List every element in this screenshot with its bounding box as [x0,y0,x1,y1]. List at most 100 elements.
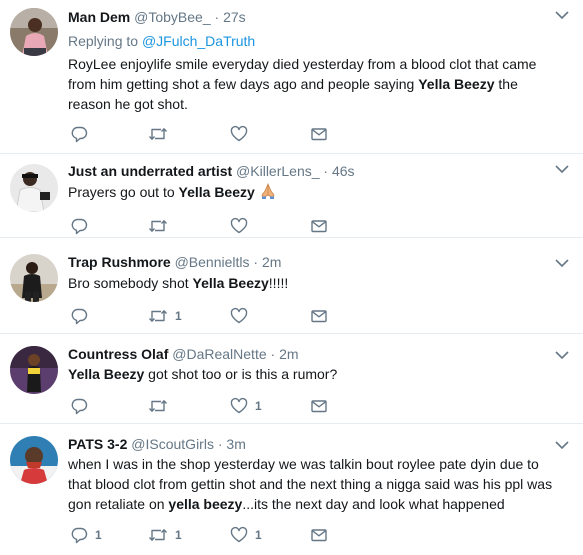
reply-button[interactable] [70,124,95,144]
reply-icon [71,308,88,325]
bold-mention: Yella Beezy [418,76,495,92]
avatar-image [10,254,58,302]
like-button[interactable] [230,216,255,236]
like-button[interactable]: 1 [230,396,262,416]
display-name[interactable]: Man Dem [68,9,130,25]
caret-down-icon[interactable] [555,164,569,174]
avatar-image [10,8,58,56]
display-name[interactable]: Trap Rushmore [68,254,171,270]
retweet-icon [148,400,168,412]
direct-message-button[interactable] [310,525,328,545]
avatar[interactable] [10,8,58,56]
tweet-text: Yella Beezy got shot too or is this a ru… [68,364,563,384]
retweet-button[interactable] [148,124,175,144]
text-segment: Prayers go out to [68,184,179,200]
tweet-header: Countress Olaf @DaRealNette · 2m [68,345,299,363]
bold-mention: yella beezy [168,496,243,512]
text-segment: !!!!! [268,275,289,291]
retweet-count: 1 [175,309,182,323]
retweet-count: 1 [175,528,182,542]
like-button[interactable] [230,306,255,326]
reply-button[interactable] [70,396,95,416]
direct-message-icon [311,128,327,141]
reply-button[interactable] [70,306,95,326]
user-handle[interactable]: @TobyBee_ [134,9,210,25]
direct-message-button[interactable] [310,396,328,416]
display-name[interactable]: Just an underrated artist [68,163,232,179]
text-segment: got shot too or is this a rumor? [144,366,338,382]
avatar[interactable] [10,254,58,302]
tweet-actions [68,124,368,144]
user-handle[interactable]: @KillerLens_ [236,163,319,179]
avatar[interactable] [10,164,58,212]
caret-down-icon[interactable] [555,350,569,360]
timestamp[interactable]: 2m [279,346,298,362]
caret-down-icon[interactable] [555,440,569,450]
like-icon [230,397,248,414]
bold-mention: Yella Beezy [192,275,269,291]
tweet[interactable]: Trap Rushmore @Bennieltls · 2m Bro someb… [0,238,583,334]
tweet-text: when I was in the shop yesterday we was … [68,454,563,514]
like-button[interactable] [230,124,255,144]
replying-to-link[interactable]: @JFulch_DaTruth [142,33,255,49]
avatar-image [10,436,58,484]
reply-icon [71,398,88,415]
text-segment: ...its the next day and look what happen… [242,496,505,512]
reply-button[interactable] [70,216,95,236]
retweet-icon [148,128,168,140]
tweet-header: PATS 3-2 @IScoutGirls · 3m [68,435,246,453]
display-name[interactable]: Countress Olaf [68,346,168,362]
avatar[interactable] [10,436,58,484]
direct-message-button[interactable] [310,216,328,236]
direct-message-button[interactable] [310,306,328,326]
tweet[interactable]: Countress Olaf @DaRealNette · 2m Yella B… [0,334,583,424]
like-count: 1 [255,528,262,542]
reply-icon [71,126,88,143]
avatar[interactable] [10,346,58,394]
tweet-header: Man Dem @TobyBee_ · 27s [68,8,246,26]
like-button[interactable]: 1 [230,525,262,545]
tweet[interactable]: PATS 3-2 @IScoutGirls · 3m when I was in… [0,424,583,555]
caret-down-icon[interactable] [555,10,569,20]
like-icon [230,217,248,234]
user-handle[interactable]: @IScoutGirls [131,436,214,452]
separator: · [270,346,276,362]
tweet-actions [68,216,368,236]
text-segment: Bro somebody shot [68,275,193,291]
timestamp[interactable]: 2m [262,254,281,270]
tweet-feed: Man Dem @TobyBee_ · 27s Replying to @JFu… [0,0,583,555]
caret-down-icon[interactable] [555,258,569,268]
replying-to-prefix: Replying to [68,33,142,49]
like-icon [230,125,248,142]
direct-message-icon [311,220,327,233]
timestamp[interactable]: 27s [223,9,246,25]
display-name[interactable]: PATS 3-2 [68,436,127,452]
reply-count: 1 [95,528,102,542]
like-icon [230,307,248,324]
separator: · [253,254,259,270]
reply-button[interactable]: 1 [70,525,102,545]
user-handle[interactable]: @Bennieltls [175,254,250,270]
tweet[interactable]: Just an underrated artist @KillerLens_ ·… [0,154,583,238]
timestamp[interactable]: 3m [226,436,245,452]
tweet-text: Bro somebody shot Yella Beezy!!!!! [68,273,563,293]
avatar-image [10,346,58,394]
tweet-actions: 1 [68,396,368,416]
direct-message-icon [311,400,327,413]
tweet-actions: 1 1 1 [68,525,368,545]
retweet-button[interactable] [148,396,175,416]
timestamp[interactable]: 46s [332,163,355,179]
tweet[interactable]: Man Dem @TobyBee_ · 27s Replying to @JFu… [0,0,583,154]
tweet-actions: 1 [68,306,368,326]
retweet-icon [148,220,168,232]
retweet-button[interactable]: 1 [148,306,182,326]
direct-message-button[interactable] [310,124,328,144]
direct-message-icon [311,529,327,542]
retweet-button[interactable]: 1 [148,525,182,545]
retweet-button[interactable] [148,216,175,236]
user-handle[interactable]: @DaRealNette [172,346,266,362]
bold-mention: Yella Beezy [178,184,255,200]
tweet-text: RoyLee enjoylife smile everyday died yes… [68,54,563,114]
separator: · [214,9,220,25]
replying-to-line: Replying to @JFulch_DaTruth [68,32,255,50]
